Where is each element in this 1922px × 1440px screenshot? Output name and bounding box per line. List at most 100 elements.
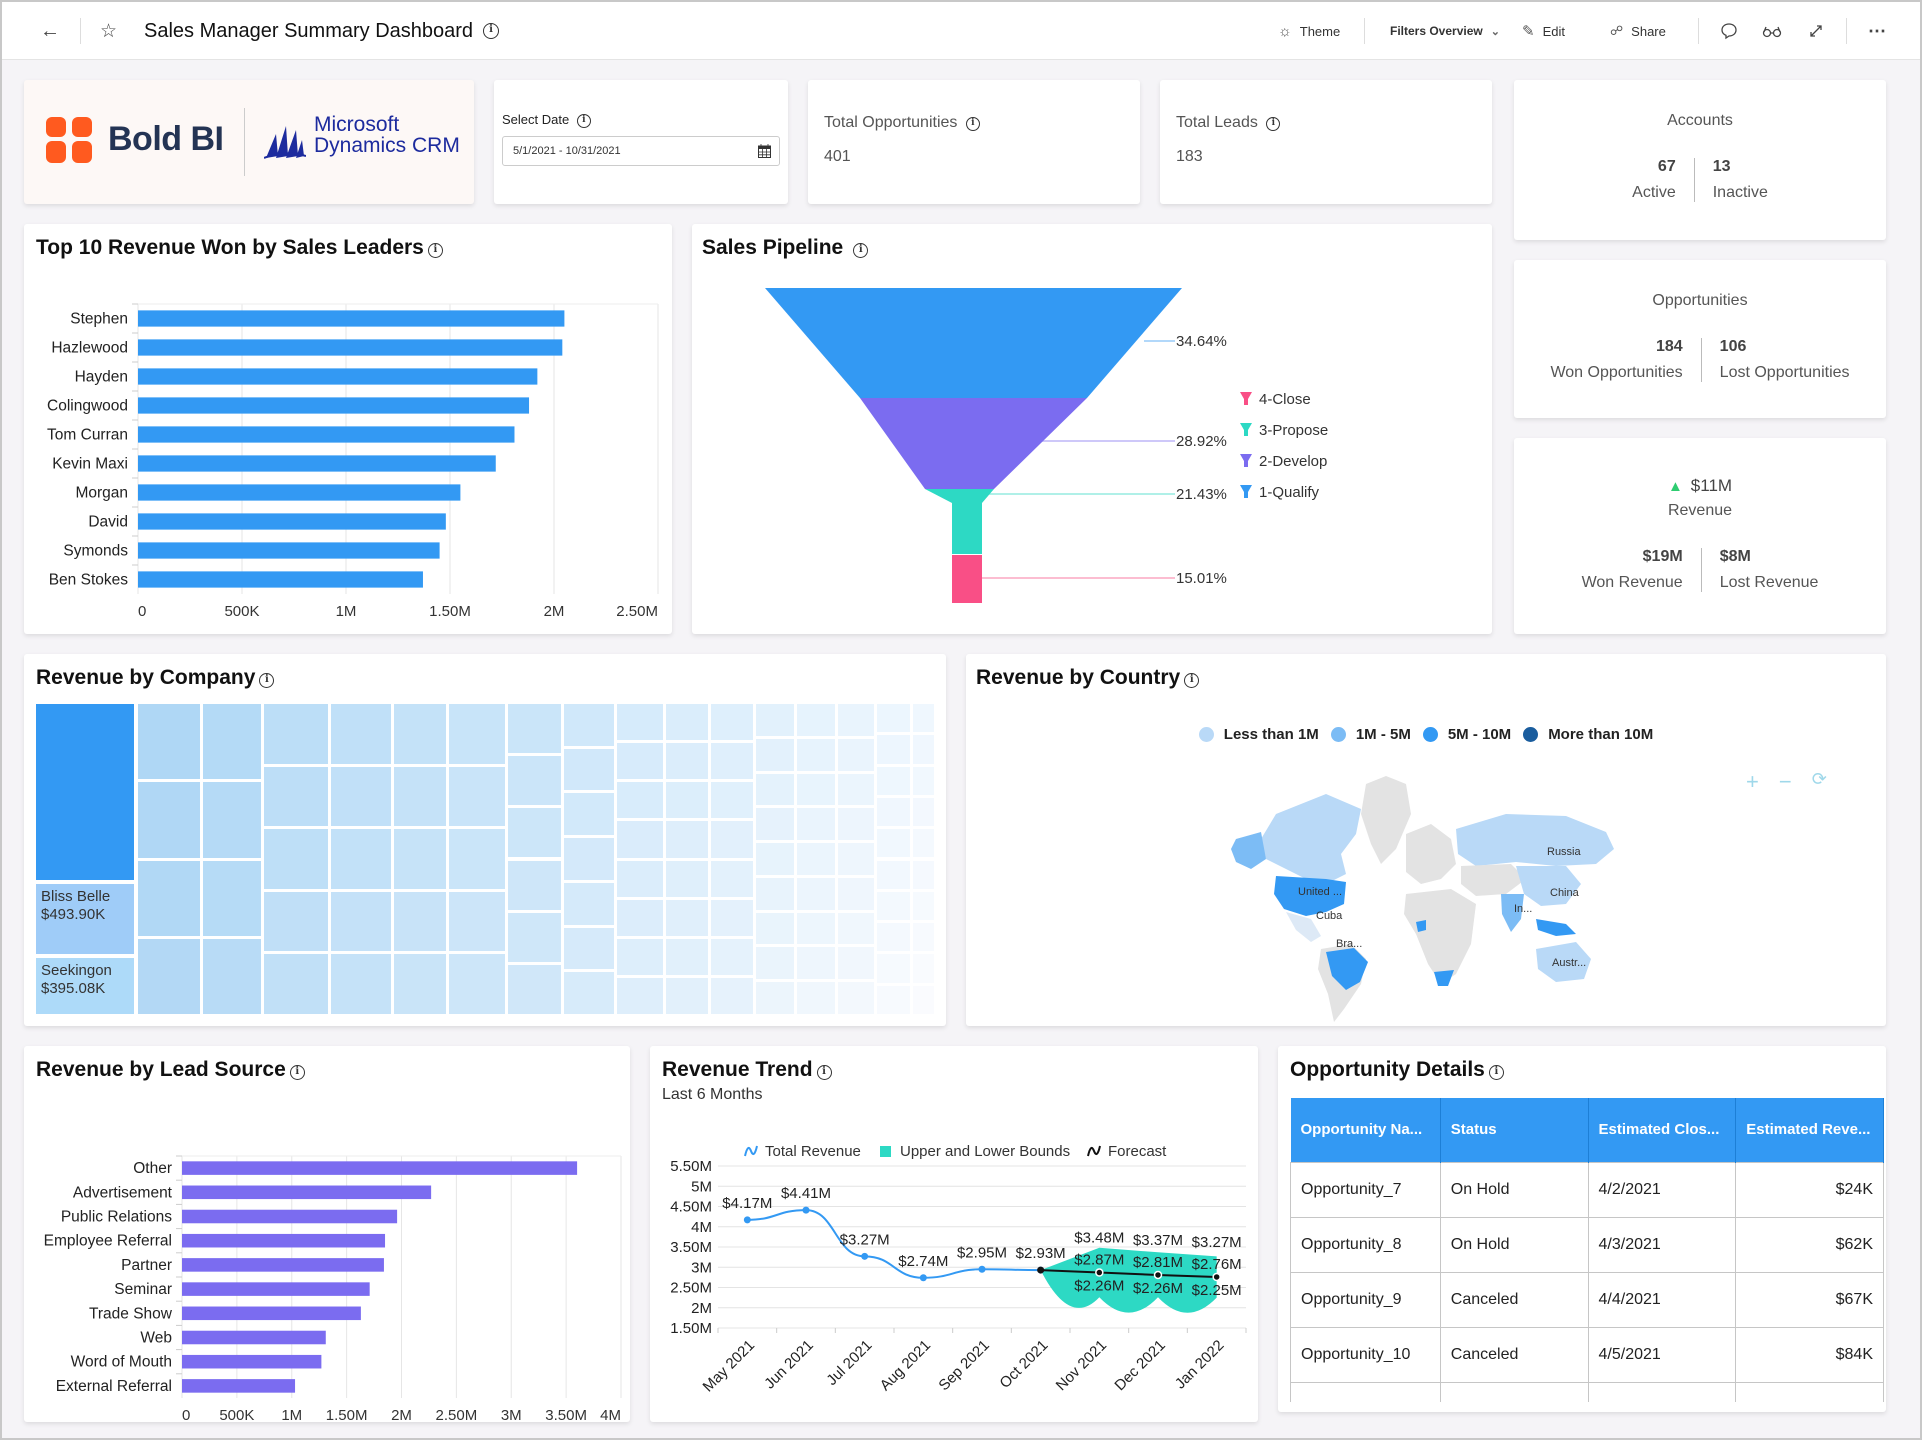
treemap-tile[interactable] (666, 938, 708, 975)
treemap-tile[interactable] (508, 964, 561, 1014)
treemap-tile-seekingon[interactable]: Seekingon $395.08K (36, 958, 134, 1014)
treemap-tile[interactable] (877, 704, 910, 733)
table-row[interactable]: Opportunity_7 On Hold 4/2/2021 $24K (1290, 1161, 1884, 1218)
treemap-tile[interactable] (394, 704, 446, 764)
table-row[interactable]: Opportunity_9 Canceled 4/4/2021 $67K (1290, 1271, 1884, 1328)
treemap-tile[interactable] (617, 977, 663, 1014)
back-button[interactable]: ← (40, 2, 60, 60)
legend-item[interactable]: Less than 1M (1198, 726, 1319, 743)
treemap-tile[interactable] (617, 860, 663, 897)
bar[interactable] (138, 397, 530, 414)
treemap-tile[interactable] (838, 808, 874, 841)
treemap-tile[interactable] (913, 985, 934, 1014)
legend-item[interactable]: More than 10M (1523, 726, 1653, 743)
column-header-estimated-revenue[interactable]: Estimated Reve... (1735, 1098, 1884, 1162)
legend-label[interactable]: 4-Close (1259, 391, 1311, 408)
treemap-tile[interactable] (756, 738, 794, 771)
bar[interactable] (182, 1379, 296, 1393)
favorite-button[interactable]: ☆ (100, 2, 117, 60)
treemap-tile[interactable] (877, 735, 910, 764)
treemap-tile[interactable] (838, 773, 874, 806)
legend-label[interactable]: 3-Propose (1259, 422, 1328, 439)
treemap-tile[interactable] (797, 808, 835, 841)
treemap-tile[interactable] (877, 797, 910, 827)
treemap-tile[interactable] (756, 947, 794, 980)
treemap-tile[interactable] (564, 927, 614, 970)
treemap-tile[interactable] (756, 982, 794, 1014)
treemap-tile[interactable] (797, 704, 835, 736)
treemap-tile[interactable] (711, 782, 753, 819)
bar[interactable] (182, 1258, 384, 1272)
bar[interactable] (182, 1282, 370, 1296)
data-point[interactable] (978, 1265, 986, 1273)
treemap-tile[interactable] (264, 766, 328, 827)
date-range-input[interactable]: 5/1/2021 - 10/31/2021 (502, 136, 780, 166)
treemap-tile[interactable] (666, 743, 708, 780)
treemap-tile[interactable] (138, 782, 200, 858)
treemap-tile[interactable] (508, 808, 561, 858)
treemap-tile[interactable] (877, 954, 910, 983)
treemap-tile[interactable] (264, 829, 328, 889)
treemap-tile[interactable] (756, 843, 794, 875)
treemap-tile[interactable] (797, 738, 835, 771)
bar[interactable] (138, 542, 440, 559)
bar[interactable] (182, 1185, 432, 1200)
filters-overview-button[interactable]: Filters Overview ⌄ (1390, 2, 1500, 60)
treemap-tile[interactable] (617, 938, 663, 975)
treemap-tile[interactable] (877, 891, 910, 921)
treemap-tile[interactable] (797, 773, 835, 806)
treemap-tile[interactable] (838, 843, 874, 875)
bar[interactable] (138, 368, 538, 385)
treemap-tile[interactable] (617, 782, 663, 819)
treemap-tile[interactable] (203, 782, 261, 858)
treemap-tile[interactable] (564, 793, 614, 836)
data-point[interactable] (743, 1216, 751, 1224)
treemap-tile[interactable] (449, 954, 505, 1014)
treemap-tile[interactable] (711, 704, 753, 741)
more-options-button[interactable]: ⋯ (1868, 2, 1886, 60)
treemap-tile[interactable] (756, 808, 794, 841)
treemap-tile-bliss-belle[interactable]: Bliss Belle $493.90K (36, 884, 134, 954)
treemap-tile[interactable] (877, 829, 910, 858)
info-icon[interactable]: i (965, 117, 980, 131)
info-icon[interactable]: i (576, 114, 591, 128)
treemap-tile[interactable] (666, 704, 708, 741)
treemap-tile[interactable] (797, 947, 835, 980)
forecast-point[interactable] (1212, 1272, 1221, 1282)
legend-label[interactable]: 2-Develop (1259, 453, 1327, 470)
treemap-tile[interactable] (508, 704, 561, 754)
treemap-tile[interactable] (264, 891, 328, 952)
treemap-tile[interactable] (838, 947, 874, 980)
treemap-tile[interactable] (711, 743, 753, 780)
reset-icon[interactable]: ⟳ (1812, 769, 1827, 795)
data-point[interactable] (919, 1274, 927, 1282)
treemap-tile[interactable] (449, 891, 505, 952)
info-icon[interactable]: i (289, 1065, 305, 1080)
treemap-tile[interactable] (838, 704, 874, 736)
legend-label[interactable]: 1-Qualify (1259, 484, 1320, 501)
treemap-tile[interactable] (711, 821, 753, 858)
funnel-segment[interactable] (765, 288, 1182, 398)
treemap-tile[interactable] (877, 860, 910, 889)
treemap-tile[interactable] (449, 829, 505, 889)
bar[interactable] (182, 1306, 361, 1321)
table-row[interactable]: Opportunity_10 Canceled 4/5/2021 $84K (1290, 1326, 1884, 1383)
treemap-tile[interactable] (564, 838, 614, 880)
legend-item[interactable]: 1M - 5M (1330, 726, 1411, 743)
treemap-tile[interactable] (666, 899, 708, 936)
treemap-tile[interactable] (838, 738, 874, 771)
treemap-tile[interactable] (797, 912, 835, 945)
treemap-tile[interactable] (617, 821, 663, 858)
treemap-tile[interactable] (508, 860, 561, 910)
view-mode-button[interactable] (1762, 2, 1782, 60)
bar[interactable] (182, 1354, 322, 1369)
data-point[interactable] (802, 1206, 810, 1214)
treemap-tile[interactable] (711, 977, 753, 1014)
treemap-tile[interactable] (394, 891, 446, 952)
treemap-tile[interactable] (449, 766, 505, 827)
bar[interactable] (138, 484, 461, 501)
bar[interactable] (138, 571, 423, 588)
column-header-status[interactable]: Status (1440, 1098, 1589, 1162)
treemap-tile[interactable] (138, 938, 200, 1014)
treemap-tile[interactable] (913, 735, 934, 764)
